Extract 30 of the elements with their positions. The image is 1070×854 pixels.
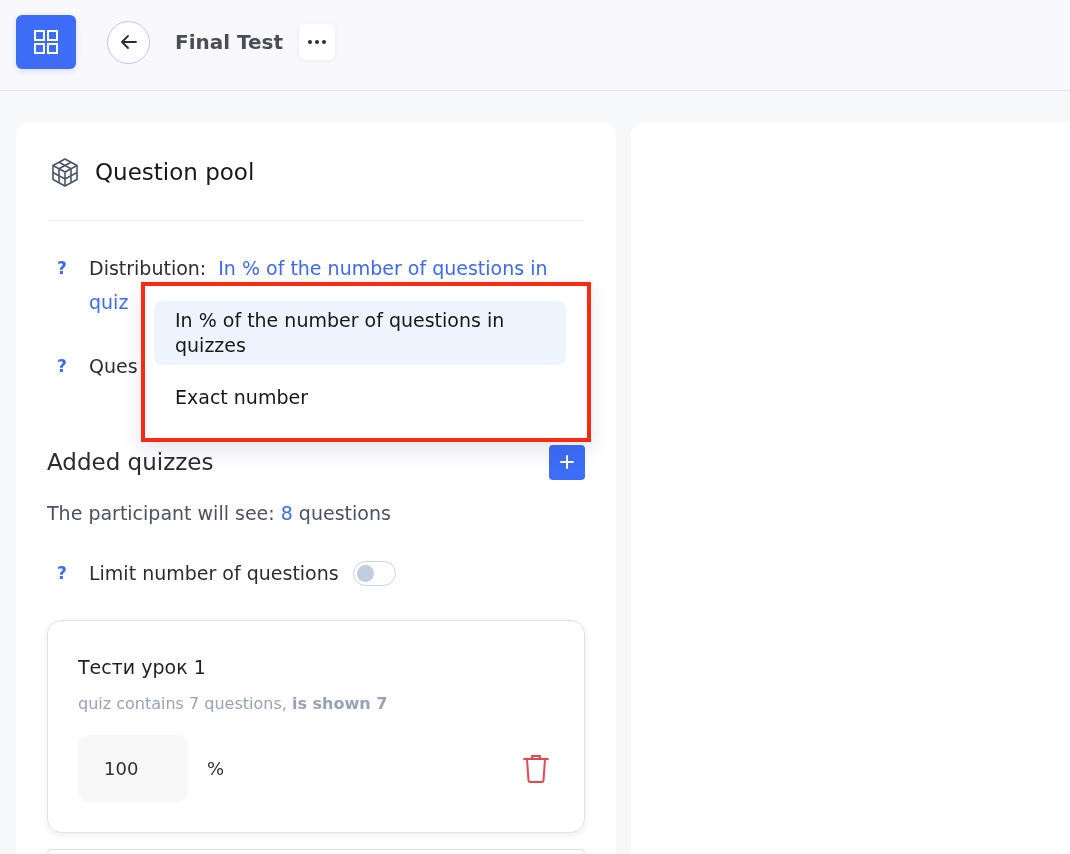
back-button[interactable] <box>107 20 150 64</box>
distribution-select-link[interactable]: In % of the number of questions in <box>218 251 548 285</box>
cube-icon <box>52 157 78 187</box>
help-mark[interactable]: ? <box>56 556 68 590</box>
percent-unit: % <box>207 758 225 779</box>
added-quizzes-title: Added quizzes <box>47 448 214 477</box>
quiz-info-text: quiz contains 7 questions, is shown 7 <box>78 693 389 715</box>
question-pool-title: Question pool <box>95 158 255 187</box>
plus-icon <box>560 455 574 469</box>
limit-label: Limit number of questions <box>89 561 339 586</box>
grid-icon <box>34 30 58 54</box>
delete-button[interactable] <box>523 754 549 783</box>
quiz-title: Тести урок 1 <box>78 655 207 680</box>
more-icon <box>308 40 327 44</box>
add-quiz-button[interactable] <box>549 444 585 480</box>
setting-label: Distribution: <box>89 256 207 281</box>
apps-button[interactable] <box>16 15 76 69</box>
dropdown-option[interactable]: In % of the number of questions in quizzes <box>154 301 566 365</box>
trash-icon <box>523 754 549 783</box>
participant-count-text: The participant will see: 8 questions <box>47 501 392 526</box>
back-arrow-icon <box>120 35 137 49</box>
page-title: Final Test <box>175 29 284 56</box>
dropdown-option[interactable]: Exact number <box>154 378 566 417</box>
percent-input[interactable]: 100 <box>78 735 188 802</box>
help-mark[interactable]: ? <box>56 251 68 319</box>
help-mark[interactable]: ? <box>56 349 68 383</box>
limit-toggle[interactable] <box>352 560 396 586</box>
distribution-select-link[interactable]: quiz <box>89 285 129 319</box>
more-button[interactable] <box>299 24 336 60</box>
setting-label: Ques <box>89 354 138 379</box>
